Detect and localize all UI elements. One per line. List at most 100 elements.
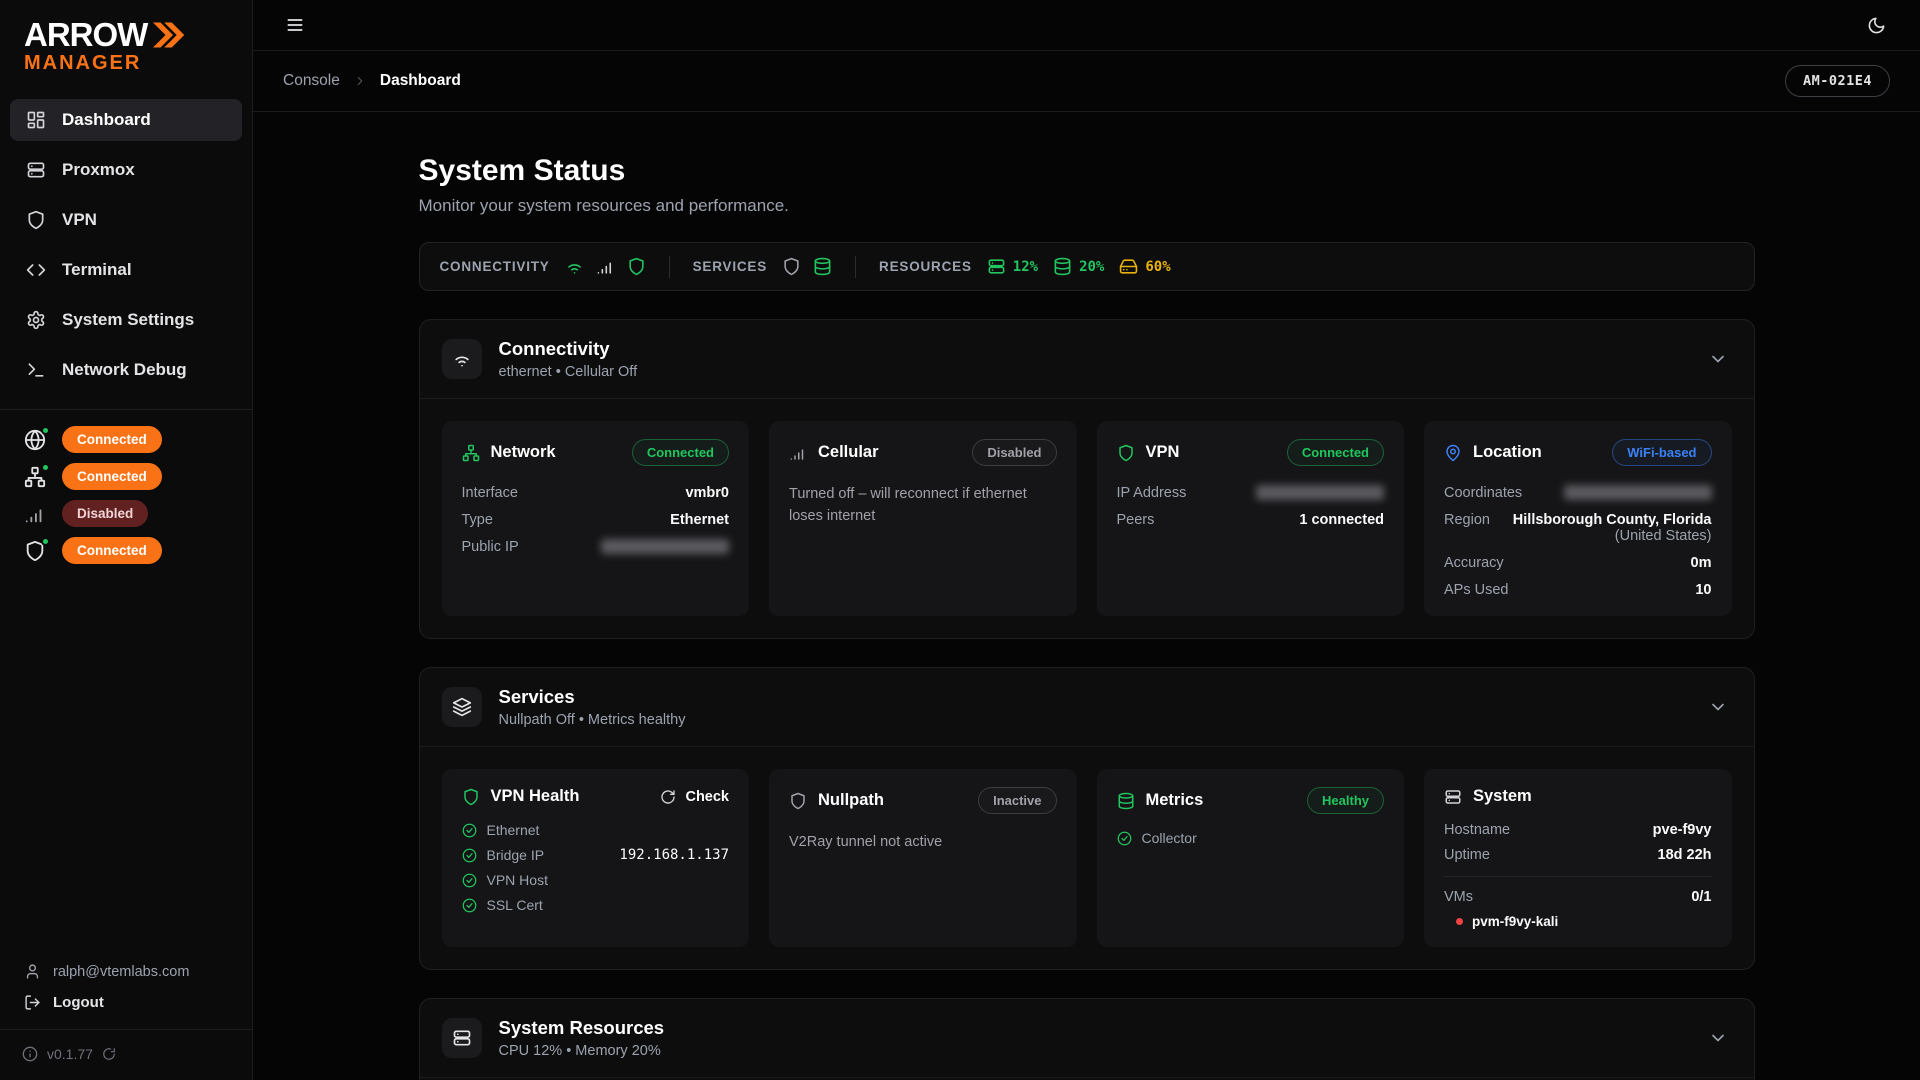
breadcrumb-console[interactable]: Console — [283, 72, 340, 90]
section-subtitle: ethernet • Cellular Off — [499, 364, 638, 380]
check-circle-icon — [462, 873, 477, 888]
sidebar-item-proxmox[interactable]: Proxmox — [10, 149, 242, 191]
summary-memory-stat: 20% — [1053, 257, 1104, 276]
sidebar-bottom: ralph@vtemlabs.com Logout v0.1.77 — [0, 953, 252, 1080]
shield-icon — [24, 540, 46, 562]
accuracy-value: 0m — [1691, 555, 1712, 571]
chevron-down-icon — [1708, 1028, 1728, 1048]
sidebar-item-system-settings[interactable]: System Settings — [10, 299, 242, 341]
sidebar-item-terminal[interactable]: Terminal — [10, 249, 242, 291]
section-title: System Resources — [499, 1017, 665, 1039]
detail-row: Interface vmbr0 — [462, 485, 730, 501]
sidebar-item-label: Network Debug — [62, 360, 187, 380]
logout-label: Logout — [53, 994, 104, 1011]
vpn-check-button[interactable]: Check — [660, 789, 729, 805]
network-icon — [462, 444, 480, 462]
sidebar-item-label: Terminal — [62, 260, 132, 280]
dashboard-icon — [26, 110, 46, 130]
online-dot — [41, 463, 50, 472]
check-row: VPN Host — [462, 872, 730, 888]
sidebar-item-label: VPN — [62, 210, 97, 230]
brand-name: ARROW — [24, 16, 147, 54]
status-badge: Connected — [62, 463, 162, 490]
refresh-icon[interactable] — [102, 1047, 116, 1061]
moon-icon — [1867, 16, 1886, 35]
user-icon — [24, 963, 41, 980]
sidebar-item-network-debug[interactable]: Network Debug — [10, 349, 242, 391]
card-title: Nullpath — [818, 791, 884, 810]
chevron-down-icon — [1708, 697, 1728, 717]
card-title: VPN Health — [491, 787, 580, 806]
gear-icon — [26, 310, 46, 330]
status-badge: Disabled — [62, 500, 148, 527]
sidebar-item-dashboard[interactable]: Dashboard — [10, 99, 242, 141]
system-card: System Hostname pve-f9vy Uptime 18d 22h — [1424, 769, 1732, 947]
server-icon — [987, 257, 1006, 276]
type-value: Ethernet — [670, 512, 729, 528]
location-card: Location WiFi-based Coordinates Region — [1424, 421, 1732, 616]
status-badge: Disabled — [972, 439, 1056, 466]
online-dot — [41, 426, 50, 435]
services-section: Services Nullpath Off • Metrics healthy … — [419, 667, 1755, 970]
detail-row: Coordinates — [1444, 485, 1712, 501]
status-badge: Connected — [1287, 439, 1384, 466]
sidebar-status-list: Connected Connected Disabled — [0, 410, 252, 580]
vms-row: VMs 0/1 — [1444, 889, 1712, 905]
section-title: Connectivity — [499, 338, 638, 360]
breadcrumb-current: Dashboard — [380, 72, 461, 90]
status-row-internet: Connected — [24, 426, 228, 453]
status-row-vpn: Connected — [24, 537, 228, 564]
sidebar: ARROW MANAGER Dashboard Proxmox VPN — [0, 0, 253, 1080]
vm-list-item: pvm-f9vy-kali — [1444, 914, 1712, 929]
detail-row: Public IP — [462, 539, 730, 555]
map-pin-icon — [1444, 444, 1462, 462]
logout-icon — [24, 994, 41, 1011]
cellular-card: Cellular Disabled Turned off – will reco… — [769, 421, 1077, 616]
hostname-value: pve-f9vy — [1653, 822, 1712, 838]
detail-row: Type Ethernet — [462, 512, 730, 528]
detail-row: Hostname pve-f9vy — [1444, 822, 1712, 838]
sidebar-nav: Dashboard Proxmox VPN Terminal System Se… — [0, 85, 252, 391]
connectivity-header[interactable]: Connectivity ethernet • Cellular Off — [420, 320, 1754, 399]
status-summary-bar: CONNECTIVITY SERVICES RESOURCES — [419, 242, 1755, 291]
layers-icon — [442, 687, 482, 727]
wifi-icon — [442, 339, 482, 379]
version-row: v0.1.77 — [0, 1029, 252, 1080]
section-subtitle: CPU 12% • Memory 20% — [499, 1043, 665, 1059]
sidebar-item-label: Dashboard — [62, 110, 151, 130]
status-badge: Connected — [62, 537, 162, 564]
shield-icon — [1117, 444, 1135, 462]
status-badge: Connected — [62, 426, 162, 453]
summary-memory-value: 20% — [1079, 259, 1104, 275]
check-row: Bridge IP 192.168.1.137 — [462, 847, 730, 863]
status-row-cellular: Disabled — [24, 500, 228, 527]
resources-header[interactable]: System Resources CPU 12% • Memory 20% — [420, 999, 1754, 1078]
database-icon — [1053, 257, 1072, 276]
summary-connectivity-label: CONNECTIVITY — [440, 259, 550, 274]
vms-count-value: 0/1 — [1691, 889, 1711, 905]
shield-icon — [627, 257, 646, 276]
services-header[interactable]: Services Nullpath Off • Metrics healthy — [420, 668, 1754, 747]
hamburger-icon — [285, 15, 305, 35]
check-row: SSL Cert — [462, 897, 730, 913]
device-id-badge: AM-021E4 — [1785, 65, 1890, 97]
shield-icon — [782, 257, 801, 276]
theme-toggle-button[interactable] — [1863, 12, 1890, 39]
logout-button[interactable]: Logout — [24, 994, 228, 1011]
nullpath-description: V2Ray tunnel not active — [789, 831, 1057, 853]
brand-tagline: MANAGER — [24, 52, 230, 75]
summary-services-label: SERVICES — [693, 259, 767, 274]
vpn-health-card: VPN Health Check Ethernet — [442, 769, 750, 947]
brand-logo: ARROW MANAGER — [0, 0, 252, 85]
breadcrumb-bar: Console Dashboard AM-021E4 — [253, 51, 1920, 112]
detail-row: Accuracy 0m — [1444, 555, 1712, 571]
content-scroll[interactable]: System Status Monitor your system resour… — [253, 112, 1920, 1080]
collapse-button[interactable] — [1704, 345, 1732, 373]
sidebar-item-vpn[interactable]: VPN — [10, 199, 242, 241]
card-title: VPN — [1146, 443, 1180, 462]
collapse-button[interactable] — [1704, 693, 1732, 721]
detail-row: Region Hillsborough County, Florida (Uni… — [1444, 512, 1712, 544]
menu-toggle-button[interactable] — [281, 11, 309, 39]
card-title: Location — [1473, 443, 1542, 462]
collapse-button[interactable] — [1704, 1024, 1732, 1052]
